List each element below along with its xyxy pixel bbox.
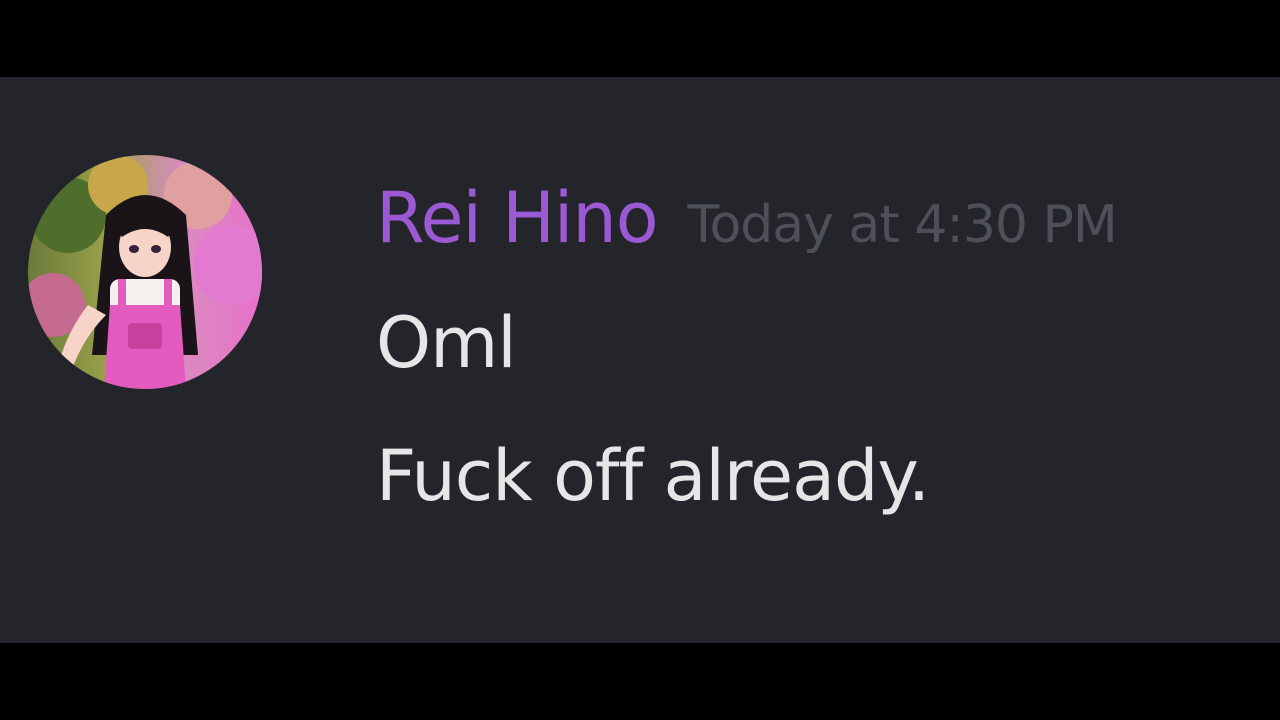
username[interactable]: Rei Hino xyxy=(376,177,659,259)
avatar-image xyxy=(28,155,262,389)
message-text: Fuck off already. xyxy=(376,435,930,517)
letterbox-bottom xyxy=(0,643,1280,720)
chat-message: Rei Hino Today at 4:30 PM Oml Fuck off a… xyxy=(0,77,1280,643)
message-text: Oml xyxy=(376,302,517,384)
timestamp: Today at 4:30 PM xyxy=(687,195,1118,255)
avatar[interactable] xyxy=(28,155,262,389)
message-header: Rei Hino Today at 4:30 PM xyxy=(376,177,1118,259)
letterbox-top xyxy=(0,0,1280,77)
